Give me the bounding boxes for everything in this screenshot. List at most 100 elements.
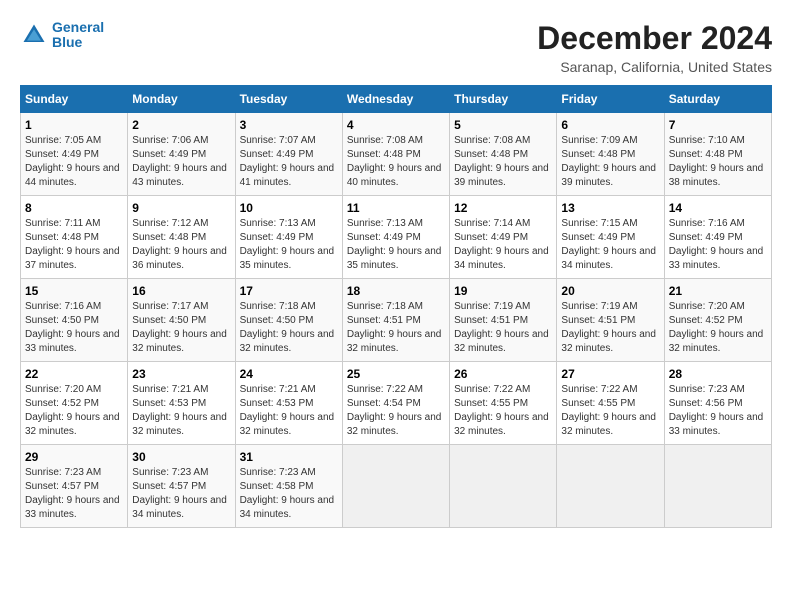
day-number: 3 bbox=[240, 118, 338, 132]
table-cell: 24 Sunrise: 7:21 AM Sunset: 4:53 PM Dayl… bbox=[235, 362, 342, 445]
day-number: 27 bbox=[561, 367, 659, 381]
day-info: Sunrise: 7:17 AM Sunset: 4:50 PM Dayligh… bbox=[132, 300, 230, 356]
table-cell: 12 Sunrise: 7:14 AM Sunset: 4:49 PM Dayl… bbox=[450, 196, 557, 279]
day-info: Sunrise: 7:18 AM Sunset: 4:51 PM Dayligh… bbox=[347, 300, 445, 356]
logo-text: General Blue bbox=[52, 20, 104, 51]
day-info: Sunrise: 7:23 AM Sunset: 4:56 PM Dayligh… bbox=[669, 383, 767, 439]
day-info: Sunrise: 7:10 AM Sunset: 4:48 PM Dayligh… bbox=[669, 134, 767, 190]
day-info: Sunrise: 7:11 AM Sunset: 4:48 PM Dayligh… bbox=[25, 217, 123, 273]
table-cell: 10 Sunrise: 7:13 AM Sunset: 4:49 PM Dayl… bbox=[235, 196, 342, 279]
day-number: 22 bbox=[25, 367, 123, 381]
day-number: 12 bbox=[454, 201, 552, 215]
day-number: 5 bbox=[454, 118, 552, 132]
day-info: Sunrise: 7:19 AM Sunset: 4:51 PM Dayligh… bbox=[561, 300, 659, 356]
day-number: 23 bbox=[132, 367, 230, 381]
day-number: 31 bbox=[240, 450, 338, 464]
day-number: 2 bbox=[132, 118, 230, 132]
table-cell: 30 Sunrise: 7:23 AM Sunset: 4:57 PM Dayl… bbox=[128, 445, 235, 528]
day-info: Sunrise: 7:16 AM Sunset: 4:49 PM Dayligh… bbox=[669, 217, 767, 273]
table-cell: 23 Sunrise: 7:21 AM Sunset: 4:53 PM Dayl… bbox=[128, 362, 235, 445]
day-number: 11 bbox=[347, 201, 445, 215]
calendar-row: 8 Sunrise: 7:11 AM Sunset: 4:48 PM Dayli… bbox=[21, 196, 772, 279]
calendar-row: 22 Sunrise: 7:20 AM Sunset: 4:52 PM Dayl… bbox=[21, 362, 772, 445]
table-cell bbox=[342, 445, 449, 528]
day-info: Sunrise: 7:15 AM Sunset: 4:49 PM Dayligh… bbox=[561, 217, 659, 273]
day-number: 4 bbox=[347, 118, 445, 132]
title-area: December 2024 Saranap, California, Unite… bbox=[537, 20, 772, 75]
day-number: 9 bbox=[132, 201, 230, 215]
table-cell: 1 Sunrise: 7:05 AM Sunset: 4:49 PM Dayli… bbox=[21, 113, 128, 196]
day-info: Sunrise: 7:23 AM Sunset: 4:57 PM Dayligh… bbox=[132, 466, 230, 522]
calendar-row: 1 Sunrise: 7:05 AM Sunset: 4:49 PM Dayli… bbox=[21, 113, 772, 196]
day-info: Sunrise: 7:19 AM Sunset: 4:51 PM Dayligh… bbox=[454, 300, 552, 356]
day-info: Sunrise: 7:22 AM Sunset: 4:55 PM Dayligh… bbox=[561, 383, 659, 439]
day-info: Sunrise: 7:09 AM Sunset: 4:48 PM Dayligh… bbox=[561, 134, 659, 190]
logo-blue: Blue bbox=[52, 35, 104, 50]
day-number: 24 bbox=[240, 367, 338, 381]
table-cell: 2 Sunrise: 7:06 AM Sunset: 4:49 PM Dayli… bbox=[128, 113, 235, 196]
table-cell: 17 Sunrise: 7:18 AM Sunset: 4:50 PM Dayl… bbox=[235, 279, 342, 362]
col-thursday: Thursday bbox=[450, 86, 557, 113]
day-info: Sunrise: 7:20 AM Sunset: 4:52 PM Dayligh… bbox=[25, 383, 123, 439]
day-info: Sunrise: 7:06 AM Sunset: 4:49 PM Dayligh… bbox=[132, 134, 230, 190]
table-cell: 25 Sunrise: 7:22 AM Sunset: 4:54 PM Dayl… bbox=[342, 362, 449, 445]
month-title: December 2024 bbox=[537, 20, 772, 57]
table-cell: 20 Sunrise: 7:19 AM Sunset: 4:51 PM Dayl… bbox=[557, 279, 664, 362]
logo-icon bbox=[20, 21, 48, 49]
col-sunday: Sunday bbox=[21, 86, 128, 113]
table-cell: 19 Sunrise: 7:19 AM Sunset: 4:51 PM Dayl… bbox=[450, 279, 557, 362]
logo-general: General bbox=[52, 19, 104, 35]
day-info: Sunrise: 7:13 AM Sunset: 4:49 PM Dayligh… bbox=[240, 217, 338, 273]
table-cell: 5 Sunrise: 7:08 AM Sunset: 4:48 PM Dayli… bbox=[450, 113, 557, 196]
table-cell bbox=[450, 445, 557, 528]
page-header: General Blue December 2024 Saranap, Cali… bbox=[20, 20, 772, 75]
day-number: 28 bbox=[669, 367, 767, 381]
calendar-row: 15 Sunrise: 7:16 AM Sunset: 4:50 PM Dayl… bbox=[21, 279, 772, 362]
table-cell: 13 Sunrise: 7:15 AM Sunset: 4:49 PM Dayl… bbox=[557, 196, 664, 279]
day-info: Sunrise: 7:14 AM Sunset: 4:49 PM Dayligh… bbox=[454, 217, 552, 273]
day-number: 17 bbox=[240, 284, 338, 298]
day-info: Sunrise: 7:21 AM Sunset: 4:53 PM Dayligh… bbox=[240, 383, 338, 439]
day-info: Sunrise: 7:18 AM Sunset: 4:50 PM Dayligh… bbox=[240, 300, 338, 356]
table-cell: 9 Sunrise: 7:12 AM Sunset: 4:48 PM Dayli… bbox=[128, 196, 235, 279]
table-cell: 11 Sunrise: 7:13 AM Sunset: 4:49 PM Dayl… bbox=[342, 196, 449, 279]
calendar-header: Sunday Monday Tuesday Wednesday Thursday… bbox=[21, 86, 772, 113]
location: Saranap, California, United States bbox=[537, 59, 772, 75]
table-cell: 28 Sunrise: 7:23 AM Sunset: 4:56 PM Dayl… bbox=[664, 362, 771, 445]
day-info: Sunrise: 7:22 AM Sunset: 4:55 PM Dayligh… bbox=[454, 383, 552, 439]
col-friday: Friday bbox=[557, 86, 664, 113]
day-number: 25 bbox=[347, 367, 445, 381]
day-info: Sunrise: 7:23 AM Sunset: 4:57 PM Dayligh… bbox=[25, 466, 123, 522]
day-number: 30 bbox=[132, 450, 230, 464]
logo: General Blue bbox=[20, 20, 104, 51]
day-number: 13 bbox=[561, 201, 659, 215]
col-saturday: Saturday bbox=[664, 86, 771, 113]
day-number: 7 bbox=[669, 118, 767, 132]
table-cell: 7 Sunrise: 7:10 AM Sunset: 4:48 PM Dayli… bbox=[664, 113, 771, 196]
day-number: 14 bbox=[669, 201, 767, 215]
day-number: 15 bbox=[25, 284, 123, 298]
table-cell: 21 Sunrise: 7:20 AM Sunset: 4:52 PM Dayl… bbox=[664, 279, 771, 362]
table-cell: 18 Sunrise: 7:18 AM Sunset: 4:51 PM Dayl… bbox=[342, 279, 449, 362]
day-number: 10 bbox=[240, 201, 338, 215]
day-info: Sunrise: 7:08 AM Sunset: 4:48 PM Dayligh… bbox=[454, 134, 552, 190]
calendar-row: 29 Sunrise: 7:23 AM Sunset: 4:57 PM Dayl… bbox=[21, 445, 772, 528]
day-info: Sunrise: 7:13 AM Sunset: 4:49 PM Dayligh… bbox=[347, 217, 445, 273]
day-number: 29 bbox=[25, 450, 123, 464]
day-number: 16 bbox=[132, 284, 230, 298]
day-number: 21 bbox=[669, 284, 767, 298]
col-tuesday: Tuesday bbox=[235, 86, 342, 113]
table-cell: 14 Sunrise: 7:16 AM Sunset: 4:49 PM Dayl… bbox=[664, 196, 771, 279]
day-info: Sunrise: 7:22 AM Sunset: 4:54 PM Dayligh… bbox=[347, 383, 445, 439]
table-cell: 29 Sunrise: 7:23 AM Sunset: 4:57 PM Dayl… bbox=[21, 445, 128, 528]
table-cell: 3 Sunrise: 7:07 AM Sunset: 4:49 PM Dayli… bbox=[235, 113, 342, 196]
table-cell: 16 Sunrise: 7:17 AM Sunset: 4:50 PM Dayl… bbox=[128, 279, 235, 362]
day-info: Sunrise: 7:21 AM Sunset: 4:53 PM Dayligh… bbox=[132, 383, 230, 439]
day-number: 18 bbox=[347, 284, 445, 298]
day-info: Sunrise: 7:23 AM Sunset: 4:58 PM Dayligh… bbox=[240, 466, 338, 522]
col-wednesday: Wednesday bbox=[342, 86, 449, 113]
page-container: General Blue December 2024 Saranap, Cali… bbox=[20, 20, 772, 528]
day-info: Sunrise: 7:20 AM Sunset: 4:52 PM Dayligh… bbox=[669, 300, 767, 356]
header-row: Sunday Monday Tuesday Wednesday Thursday… bbox=[21, 86, 772, 113]
day-number: 1 bbox=[25, 118, 123, 132]
